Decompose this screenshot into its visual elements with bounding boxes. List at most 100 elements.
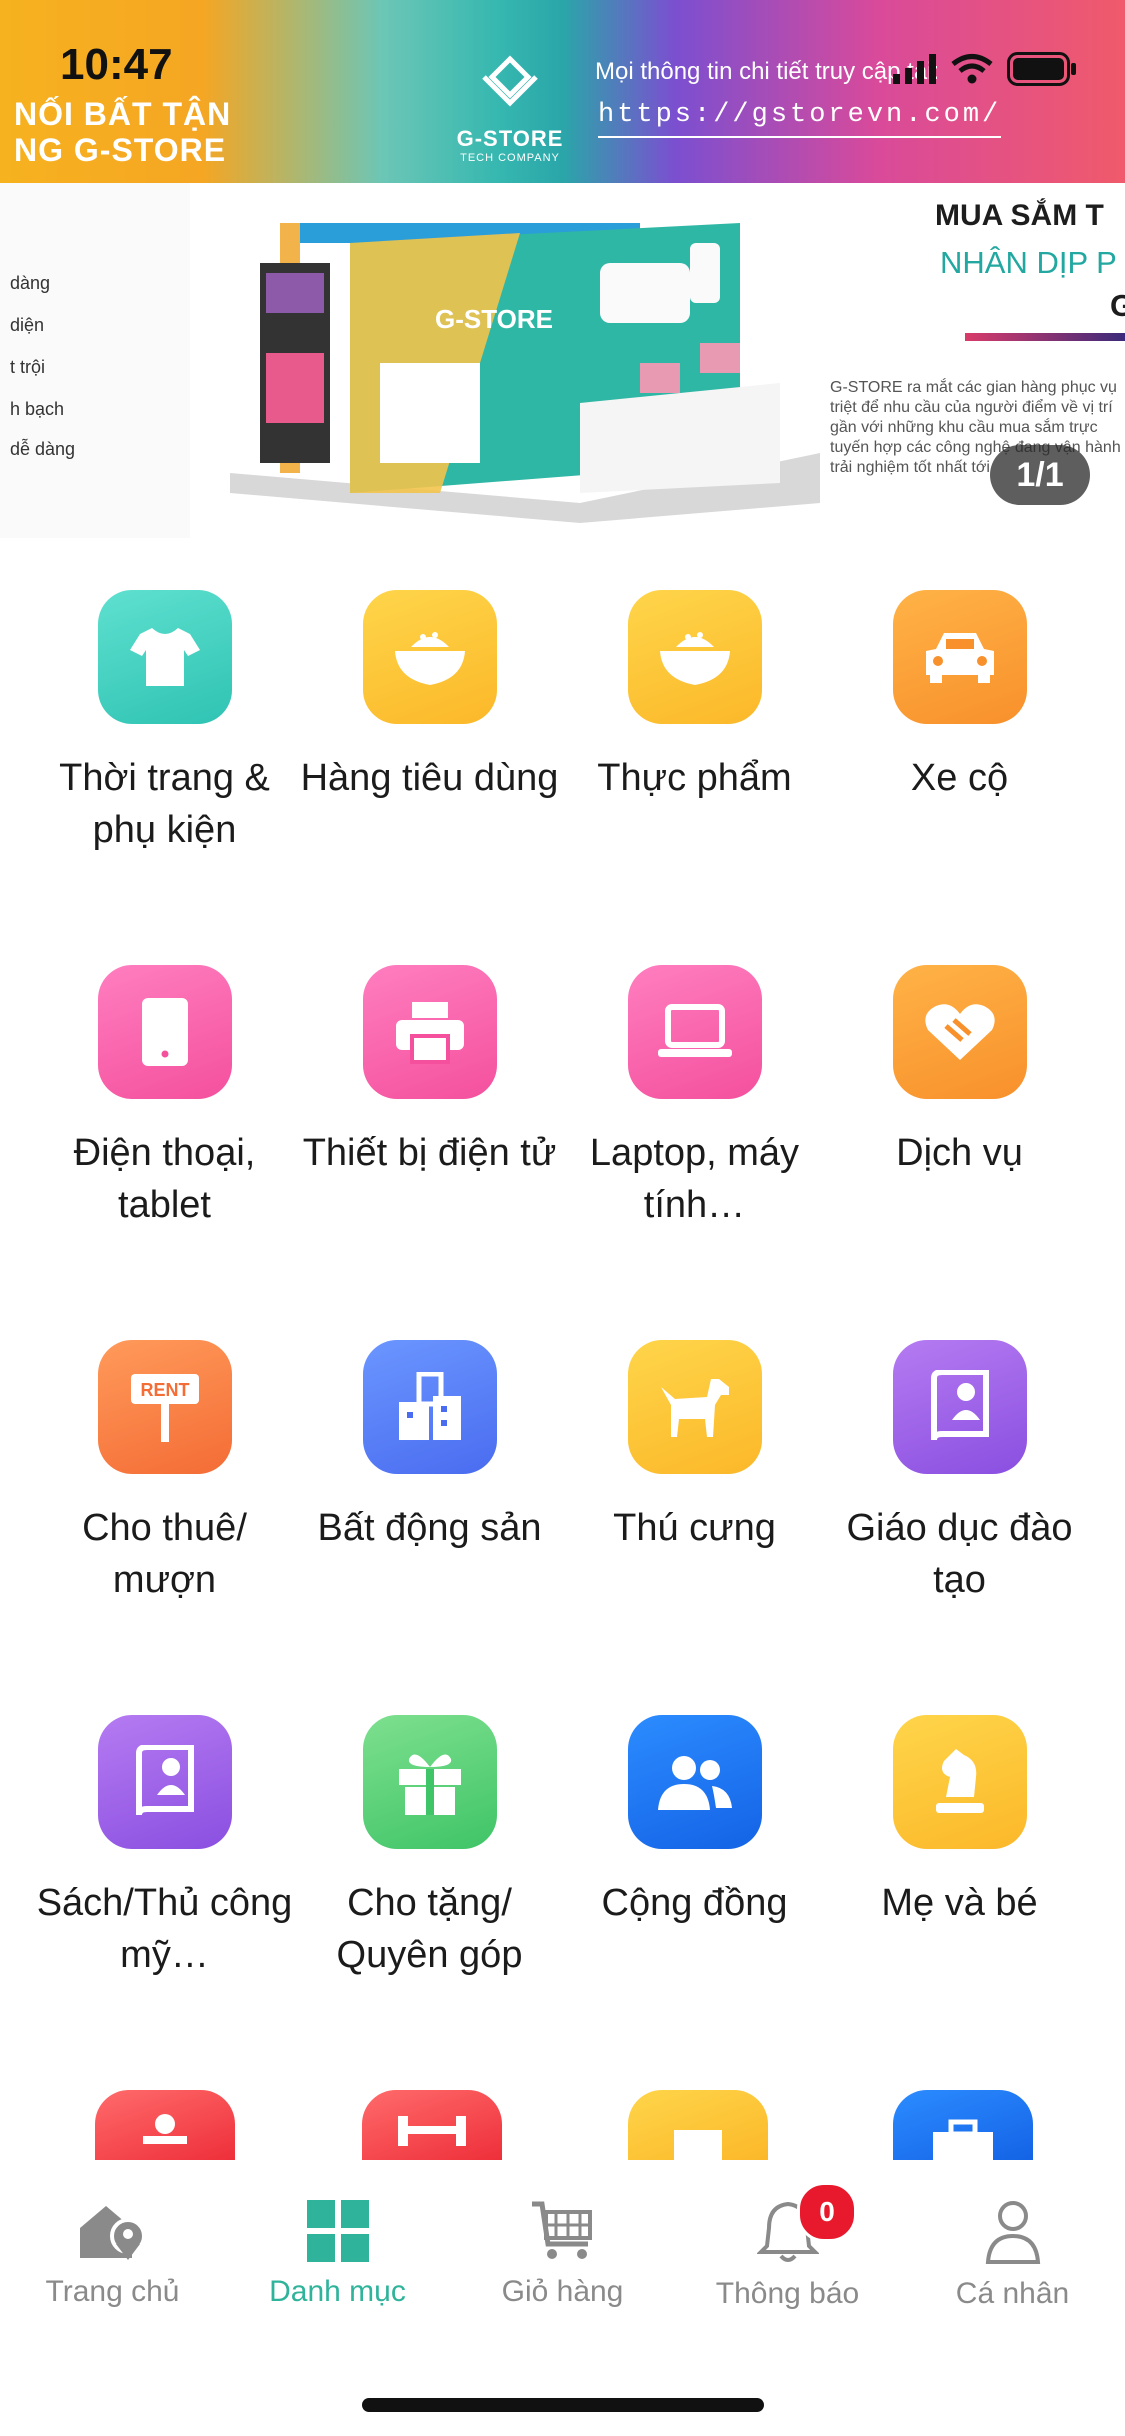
bottom-nav: Trang chủ Danh mục Giỏ hàng 0 Thông báo bbox=[0, 2160, 1125, 2436]
svg-text:RENT: RENT bbox=[140, 1380, 189, 1400]
category-peek-1[interactable] bbox=[95, 2090, 235, 2160]
gstore-logo-icon bbox=[482, 55, 538, 107]
category-real-estate[interactable]: Bất động sản bbox=[297, 1340, 562, 1554]
category-label: Cho thuê/ mượn bbox=[82, 1507, 247, 1601]
category-electronics-tile bbox=[362, 965, 497, 1099]
category-phones-tile bbox=[97, 965, 232, 1099]
category-laptops[interactable]: Laptop, máy tính… bbox=[562, 965, 827, 1231]
users-icon bbox=[657, 1756, 732, 1810]
category-consumer-goods[interactable]: Hàng tiêu dùng bbox=[297, 590, 562, 804]
rent-sign-icon: RENT bbox=[130, 1374, 199, 1442]
carousel-left-line: dàng bbox=[10, 273, 51, 293]
category-consumer-goods-tile bbox=[362, 590, 497, 724]
carousel-left-line: h bạch bbox=[10, 399, 65, 419]
category-community[interactable]: Cộng đồng bbox=[562, 1715, 827, 1929]
category-community-tile bbox=[627, 1715, 762, 1849]
category-pets[interactable]: Thú cưng bbox=[562, 1340, 827, 1554]
nav-cart-label: Giỏ hàng bbox=[501, 2275, 624, 2308]
tile-icon bbox=[674, 2130, 722, 2160]
phone-icon bbox=[141, 998, 188, 1066]
grid-icon bbox=[306, 2200, 369, 2262]
nav-profile[interactable]: Cá nhân bbox=[900, 2200, 1125, 2311]
battery-icon bbox=[1007, 52, 1076, 86]
category-laptops-tile bbox=[627, 965, 762, 1099]
carousel-right-divider bbox=[965, 333, 1125, 341]
category-rent-tile: RENT bbox=[97, 1340, 232, 1474]
category-mom-baby-tile bbox=[892, 1715, 1027, 1849]
briefcase-icon bbox=[933, 2119, 993, 2160]
building-icon bbox=[398, 1372, 461, 1440]
category-label: Điện thoại, tablet bbox=[73, 1132, 256, 1226]
booth-brand: G-STORE bbox=[435, 304, 553, 334]
category-label: Sách/Thủ công mỹ… bbox=[36, 1882, 293, 1976]
category-rent[interactable]: RENT Cho thuê/ mượn bbox=[32, 1340, 297, 1606]
category-fashion-tile bbox=[97, 590, 232, 724]
category-label: Cộng đồng bbox=[601, 1882, 788, 1924]
nav-cart[interactable]: Giỏ hàng bbox=[450, 2200, 675, 2309]
banner-url[interactable]: https://gstorevn.com/ bbox=[598, 100, 1002, 138]
nav-notifications[interactable]: 0 Thông báo bbox=[675, 2182, 900, 2311]
promo-banner[interactable]: NỐI BẤT TẬN NG G-STORE G-STORE TECH COMP… bbox=[0, 0, 1125, 183]
notification-badge: 0 bbox=[797, 2182, 857, 2242]
category-mom-baby[interactable]: Mẹ và bé bbox=[827, 1715, 1092, 1929]
category-food-tile bbox=[627, 590, 762, 724]
carousel-left-line: diện bbox=[10, 315, 45, 335]
carousel[interactable]: dàng diện t trội h bạch dễ dàng G-STORE … bbox=[0, 183, 1125, 538]
chess-knight-icon bbox=[935, 1749, 984, 1813]
carousel-left-line: t trội bbox=[10, 357, 46, 377]
category-label: Thú cưng bbox=[613, 1507, 776, 1549]
category-real-estate-tile bbox=[362, 1340, 497, 1474]
wifi-icon bbox=[951, 54, 993, 84]
banner-slogan: NỐI BẤT TẬN NG G-STORE bbox=[14, 96, 344, 168]
nav-profile-label: Cá nhân bbox=[955, 2277, 1070, 2310]
category-food[interactable]: Thực phẩm bbox=[562, 590, 827, 804]
user-icon bbox=[985, 2201, 1040, 2264]
category-electronics[interactable]: Thiết bị điện tử bbox=[297, 965, 562, 1179]
banner-slogan-line1: NỐI BẤT TẬN bbox=[14, 96, 232, 132]
nav-home-label: Trang chủ bbox=[45, 2275, 180, 2308]
dumbbell-icon bbox=[398, 2116, 466, 2146]
status-time: 10:47 bbox=[60, 40, 173, 89]
signal-icon bbox=[893, 54, 936, 84]
gstore-logo: G-STORE TECH COMPANY bbox=[440, 55, 580, 164]
nav-home[interactable]: Trang chủ bbox=[0, 2200, 225, 2309]
laptop-icon bbox=[657, 1004, 732, 1057]
category-phones[interactable]: Điện thoại, tablet bbox=[32, 965, 297, 1231]
gift-icon bbox=[398, 1754, 461, 1815]
category-label: Dịch vụ bbox=[896, 1132, 1023, 1174]
banner-info: Mọi thông tin chi tiết truy cập tại: bbox=[595, 58, 940, 85]
bowl-icon bbox=[394, 632, 465, 685]
category-education-tile bbox=[892, 1340, 1027, 1474]
category-donations[interactable]: Cho tặng/ Quyên góp bbox=[297, 1715, 562, 1981]
category-peek-4[interactable] bbox=[893, 2090, 1033, 2160]
car-icon bbox=[925, 633, 994, 683]
home-indicator[interactable] bbox=[362, 2398, 764, 2412]
category-donations-tile bbox=[362, 1715, 497, 1849]
booth-illustration: G-STORE bbox=[230, 223, 820, 523]
category-label: Xe cộ bbox=[910, 757, 1009, 799]
category-books-crafts[interactable]: Sách/Thủ công mỹ… bbox=[32, 1715, 297, 1981]
status-icons bbox=[893, 52, 1077, 86]
category-fashion[interactable]: Thời trang & phụ kiện bbox=[32, 590, 297, 856]
category-vehicles-tile bbox=[892, 590, 1027, 724]
category-label: Bất động sản bbox=[317, 1507, 542, 1549]
banner-slogan-line2: NG G-STORE bbox=[14, 132, 227, 168]
nav-notifications-label: Thông báo bbox=[715, 2277, 860, 2310]
category-label: Mẹ và bé bbox=[881, 1882, 1038, 1924]
carousel-right-title: MUA SẮM T bbox=[935, 199, 1104, 232]
carousel-left-slide: dàng diện t trội h bạch dễ dàng bbox=[0, 183, 190, 538]
category-label: Giáo dục đào tạo bbox=[846, 1507, 1073, 1601]
category-label: Thực phẩm bbox=[597, 757, 792, 799]
category-label: Thiết bị điện tử bbox=[302, 1132, 557, 1174]
category-peek-3[interactable] bbox=[628, 2090, 768, 2160]
category-services-tile bbox=[892, 965, 1027, 1099]
education-book-icon bbox=[930, 1370, 989, 1441]
category-education[interactable]: Giáo dục đào tạo bbox=[827, 1340, 1092, 1606]
cart-icon bbox=[531, 2201, 592, 2259]
banner-brand: G-STORE bbox=[456, 126, 564, 151]
nav-categories[interactable]: Danh mục bbox=[225, 2200, 450, 2309]
category-pets-tile bbox=[627, 1340, 762, 1474]
category-vehicles[interactable]: Xe cộ bbox=[827, 590, 1092, 804]
category-services[interactable]: Dịch vụ bbox=[827, 965, 1092, 1179]
category-peek-2[interactable] bbox=[362, 2090, 502, 2160]
